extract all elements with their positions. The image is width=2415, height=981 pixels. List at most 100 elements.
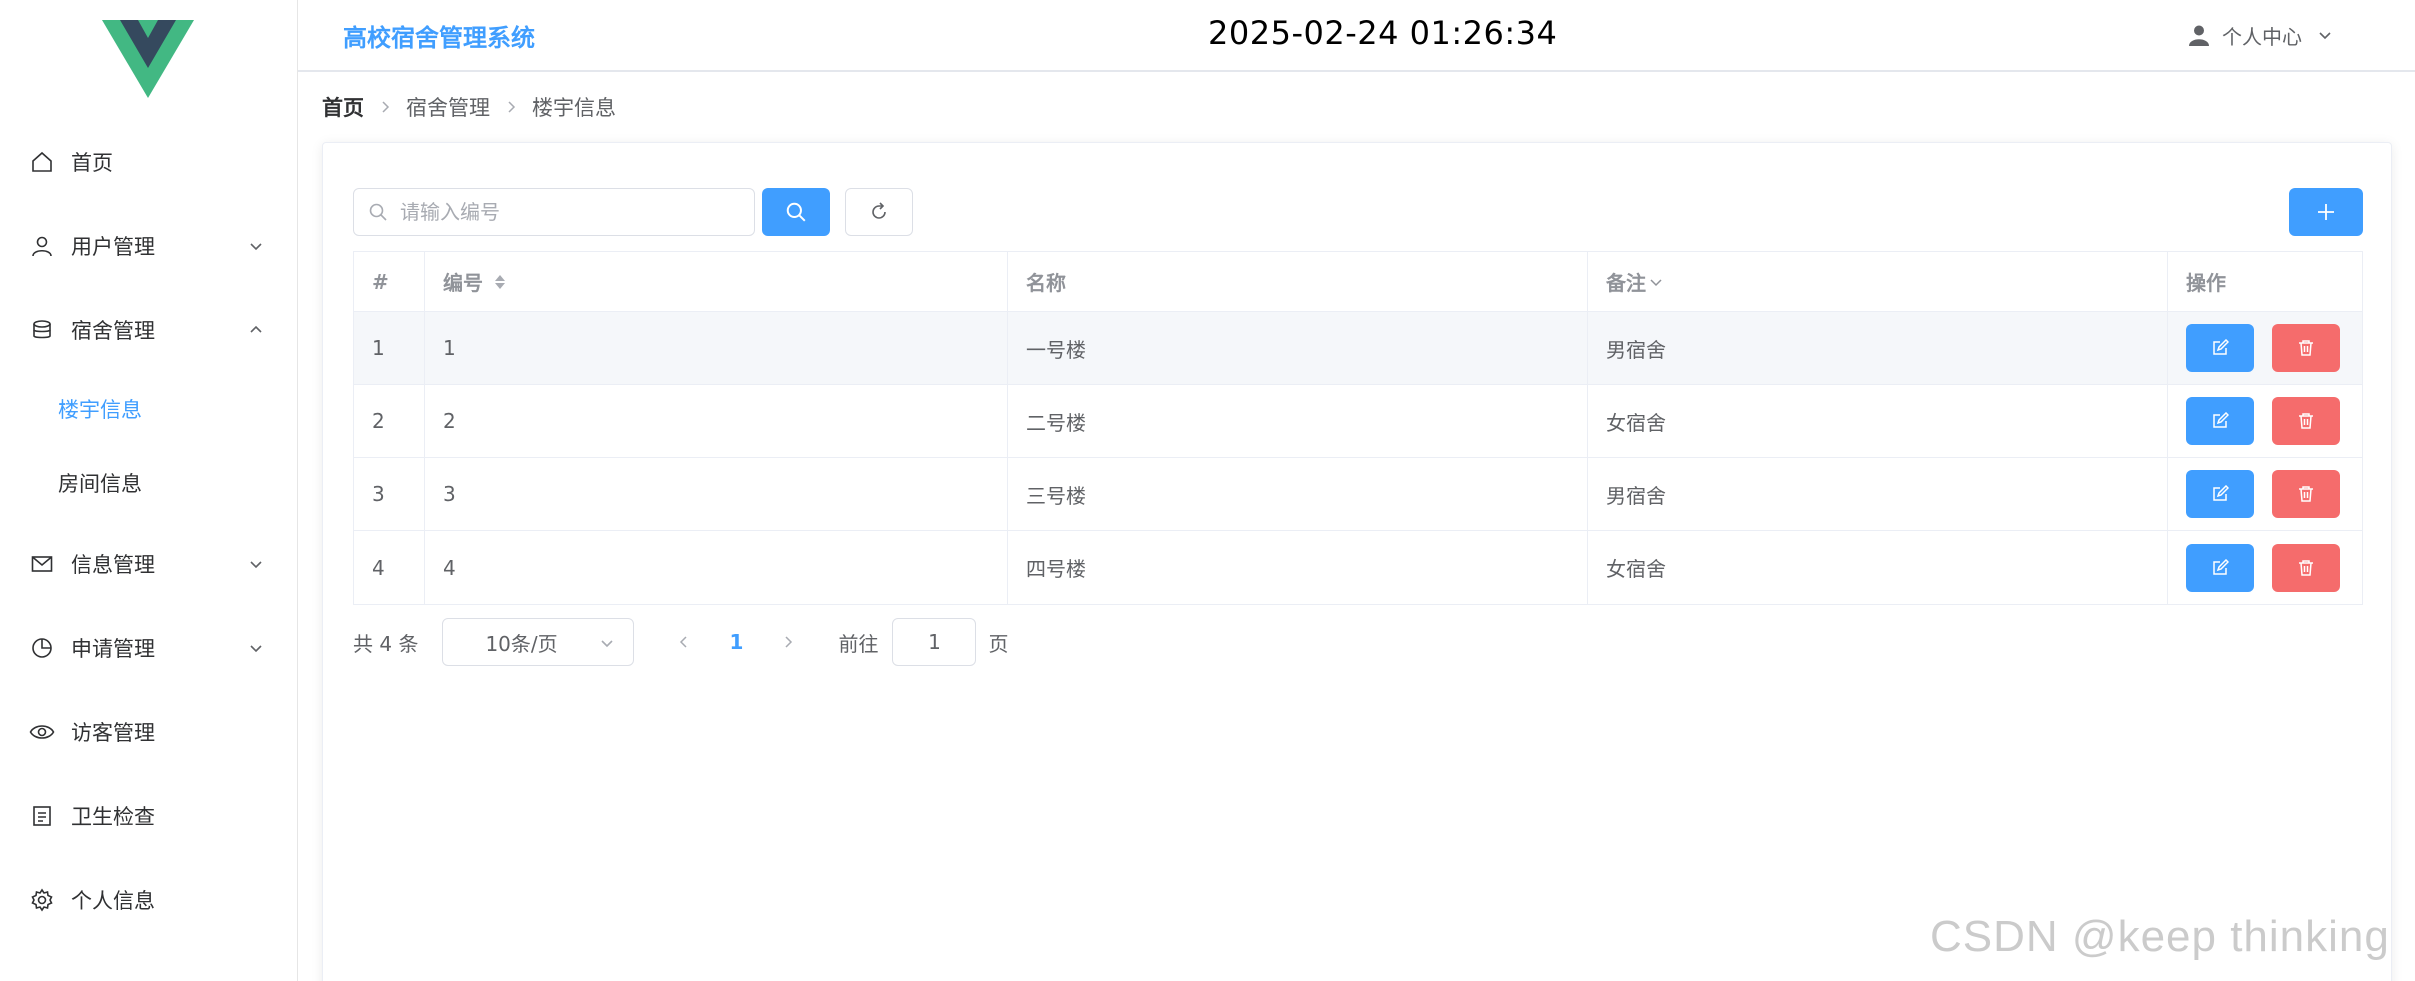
cell-index: 3 [354,458,425,530]
breadcrumb: 首页 宿舍管理 楼宇信息 [322,92,616,122]
edit-button[interactable] [2186,397,2254,445]
search-box [353,188,755,236]
page-unit-label: 页 [988,631,1009,656]
sidebar-item-hygiene[interactable]: 卫生检查 [0,774,298,858]
column-header-label: 编号 [443,271,483,295]
sort-icon[interactable] [493,272,507,292]
search-icon [369,203,387,221]
edit-button[interactable] [2186,470,2254,518]
breadcrumb-building: 楼宇信息 [532,96,616,120]
cell-name: 二号楼 [1008,385,1588,457]
cell-index: 2 [354,385,425,457]
home-icon [28,148,56,176]
chevron-down-icon [250,561,262,569]
sidebar-item-home[interactable]: 首页 [0,120,298,204]
sidebar-item-profile[interactable]: 个人信息 [0,858,298,942]
sidebar-item-apply[interactable]: 申请管理 [0,606,298,690]
cell-actions [2168,312,2362,384]
edit-icon [2213,339,2229,355]
sidebar-subitem-label: 楼宇信息 [58,398,142,422]
sidebar-item-info[interactable]: 信息管理 [0,522,298,606]
cell-code: 1 [425,312,1008,384]
next-page-button[interactable] [774,628,802,656]
watermark: CSDN @keep thinking [1930,912,2390,961]
delete-button[interactable] [2272,543,2340,592]
sidebar-item-label: 申请管理 [71,637,155,661]
sidebar-item-label: 个人信息 [71,889,155,913]
database-icon [28,316,56,344]
column-header-label: 操作 [2186,271,2226,295]
add-button[interactable] [2289,188,2363,236]
sidebar-item-label: 访客管理 [71,721,155,745]
trash-icon [2299,486,2313,502]
column-header-index: # [354,252,425,311]
chevron-down-icon[interactable] [1648,274,1664,290]
cell-note: 男宿舍 [1588,458,2168,530]
page-size-select[interactable]: 10条/页 [442,618,635,666]
vue-logo-icon [102,20,194,98]
search-button[interactable] [762,188,830,236]
chevron-up-icon [250,325,262,333]
table-row: 2 2 二号楼 女宿舍 [354,385,2362,458]
user-center-label: 个人中心 [2222,24,2302,49]
chevron-right-icon [508,101,516,113]
pagination: 共 4 条 10条/页 1 前往 页 [353,618,1008,666]
column-header-name: 名称 [1008,252,1588,311]
cell-actions [2168,458,2362,530]
cell-name: 三号楼 [1008,458,1588,530]
document-icon [28,802,56,830]
user-avatar-icon [2189,25,2209,46]
sidebar-item-label: 宿舍管理 [71,319,155,343]
delete-button[interactable] [2272,324,2340,372]
page-number-current[interactable]: 1 [722,630,750,654]
table-header-row: # 编号 名称 备注 操作 [354,252,2362,312]
column-header-label: 名称 [1026,271,1066,295]
sidebar-item-dorm[interactable]: 宿舍管理 [0,288,298,372]
cell-code: 4 [425,531,1008,604]
sidebar-item-label: 首页 [71,151,113,175]
cell-name: 一号楼 [1008,312,1588,384]
cell-actions [2168,531,2362,604]
prev-page-button[interactable] [670,628,698,656]
cell-index: 4 [354,531,425,604]
reset-button[interactable] [845,188,913,236]
column-header-note[interactable]: 备注 [1588,252,2168,311]
edit-button[interactable] [2186,543,2254,592]
goto-page-input[interactable] [892,618,977,666]
mail-icon [28,550,56,578]
goto-label: 前往 [838,631,879,656]
header: 高校宿舍管理系统 2025-02-24 01:26:34 个人中心 [298,0,2415,72]
sidebar-subitem-building[interactable]: 楼宇信息 [0,372,298,446]
gear-icon [28,886,56,914]
table-row: 3 3 三号楼 男宿舍 [354,458,2362,531]
breadcrumb-home[interactable]: 首页 [322,92,364,122]
delete-button[interactable] [2272,470,2340,518]
edit-button[interactable] [2186,324,2254,372]
trash-icon [2299,559,2313,576]
building-table: # 编号 名称 备注 操作 1 1 一号楼 男宿舍 2 2 二号楼 女宿舍 3 … [353,251,2363,605]
chevron-right-icon [382,101,390,113]
sidebar-item-visitor[interactable]: 访客管理 [0,690,298,774]
clock: 2025-02-24 01:26:34 [1208,14,1558,52]
sidebar: 首页 用户管理 宿舍管理 楼宇信息 房间信息 信息管理 申请管理 访客管理 卫生… [0,0,298,981]
cell-name: 四号楼 [1008,531,1588,604]
pagination-total: 共 4 条 [353,631,419,656]
chevron-down-icon [250,243,262,251]
delete-button[interactable] [2272,397,2340,445]
column-header-label: 备注 [1606,271,1646,295]
column-header-actions: 操作 [2168,252,2362,311]
sidebar-item-label: 用户管理 [71,235,155,259]
search-input[interactable] [400,197,740,227]
chevron-left-icon [680,636,687,648]
column-header-code[interactable]: 编号 [425,252,1008,311]
sidebar-subitem-room[interactable]: 房间信息 [0,446,298,520]
edit-icon [2213,485,2229,501]
trash-icon [2299,340,2313,356]
user-icon [28,232,56,260]
edit-icon [2213,412,2229,428]
user-center-dropdown[interactable]: 个人中心 [2188,20,2334,50]
cell-note: 男宿舍 [1588,312,2168,384]
breadcrumb-dorm: 宿舍管理 [406,96,490,120]
plus-icon [2318,204,2334,220]
sidebar-item-users[interactable]: 用户管理 [0,204,298,288]
